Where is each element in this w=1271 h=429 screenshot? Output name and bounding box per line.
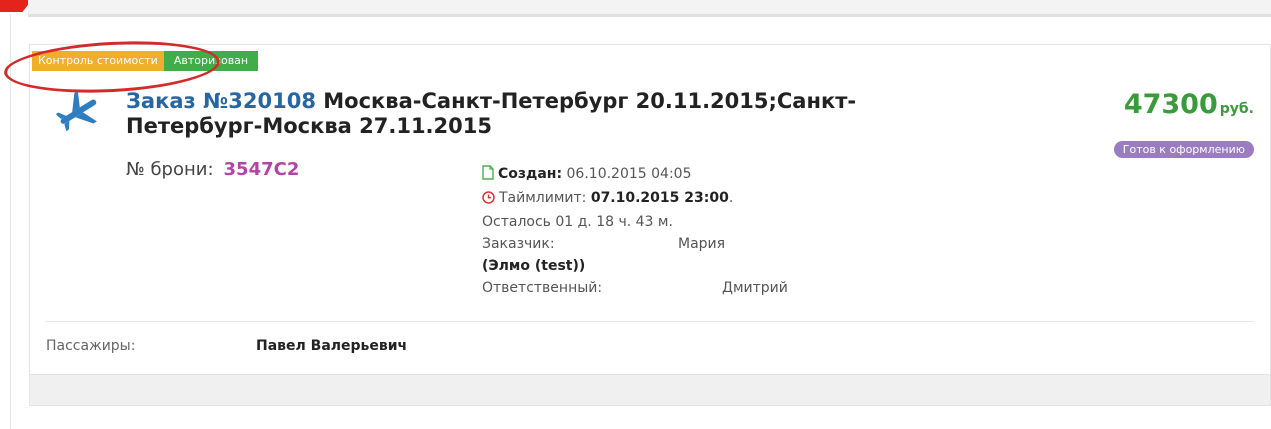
order-card: Контроль стоимости Авторизован Заказ №32… xyxy=(29,44,1271,406)
customer-row: Заказчик: Мария xyxy=(482,233,788,255)
cost-control-badge[interactable]: Контроль стоимости xyxy=(32,51,164,71)
order-price: 47300 руб. xyxy=(1124,89,1254,120)
timelimit-label: Таймлимит: xyxy=(499,190,587,206)
timelimit-row: Таймлимит: 07.10.2015 23:00. xyxy=(482,187,788,211)
airplane-icon xyxy=(55,90,101,136)
passengers-label: Пассажиры: xyxy=(46,338,136,354)
price-currency: руб. xyxy=(1219,101,1254,117)
price-value: 47300 xyxy=(1123,89,1218,120)
status-badge: Готов к оформлению xyxy=(1113,141,1254,158)
timelimit-value: 07.10.2015 23:00 xyxy=(590,190,729,206)
customer-value: Мария xyxy=(678,236,726,252)
card-divider xyxy=(46,321,1254,322)
passenger-name: Павел Валерьевич xyxy=(256,338,408,354)
created-value: 06.10.2015 04:05 xyxy=(566,166,692,182)
order-prefix: Заказ xyxy=(126,89,196,113)
customer-label: Заказчик: xyxy=(482,236,555,252)
booking-info: № брони: 3547C2 xyxy=(126,159,299,180)
remaining-time: Осталось 01 д. 18 ч. 43 м. xyxy=(482,214,673,230)
customer-org: (Элмо (test)) xyxy=(482,255,788,277)
responsible-label: Ответственный: xyxy=(482,280,603,296)
clock-icon xyxy=(482,189,495,211)
order-details: Создан: 06.10.2015 04:05 Таймлимит: 07.1… xyxy=(482,163,788,299)
order-title: Заказ №320108 Москва-Санкт-Петербург 20.… xyxy=(126,89,946,139)
passengers-row: Пассажиры: Павел Валерьевич xyxy=(46,338,407,354)
customer-org-name: (Элмо (test)) xyxy=(482,258,586,274)
created-label: Создан: xyxy=(498,166,563,182)
left-rule xyxy=(10,14,11,429)
document-icon xyxy=(482,165,494,187)
top-strip xyxy=(28,0,1271,17)
timelimit-suffix: . xyxy=(728,190,734,206)
card-footer xyxy=(30,374,1270,405)
order-number: №320108 xyxy=(203,89,316,113)
responsible-value: Дмитрий xyxy=(722,280,788,296)
booking-code: 3547C2 xyxy=(223,159,300,180)
badge-row: Контроль стоимости Авторизован xyxy=(32,51,259,71)
order-link[interactable]: Заказ №320108 xyxy=(126,89,316,113)
created-row: Создан: 06.10.2015 04:05 xyxy=(482,163,788,187)
booking-label: № брони: xyxy=(126,159,214,180)
authorized-badge: Авторизован xyxy=(163,51,259,71)
responsible-row: Ответственный: Дмитрий xyxy=(482,277,788,299)
